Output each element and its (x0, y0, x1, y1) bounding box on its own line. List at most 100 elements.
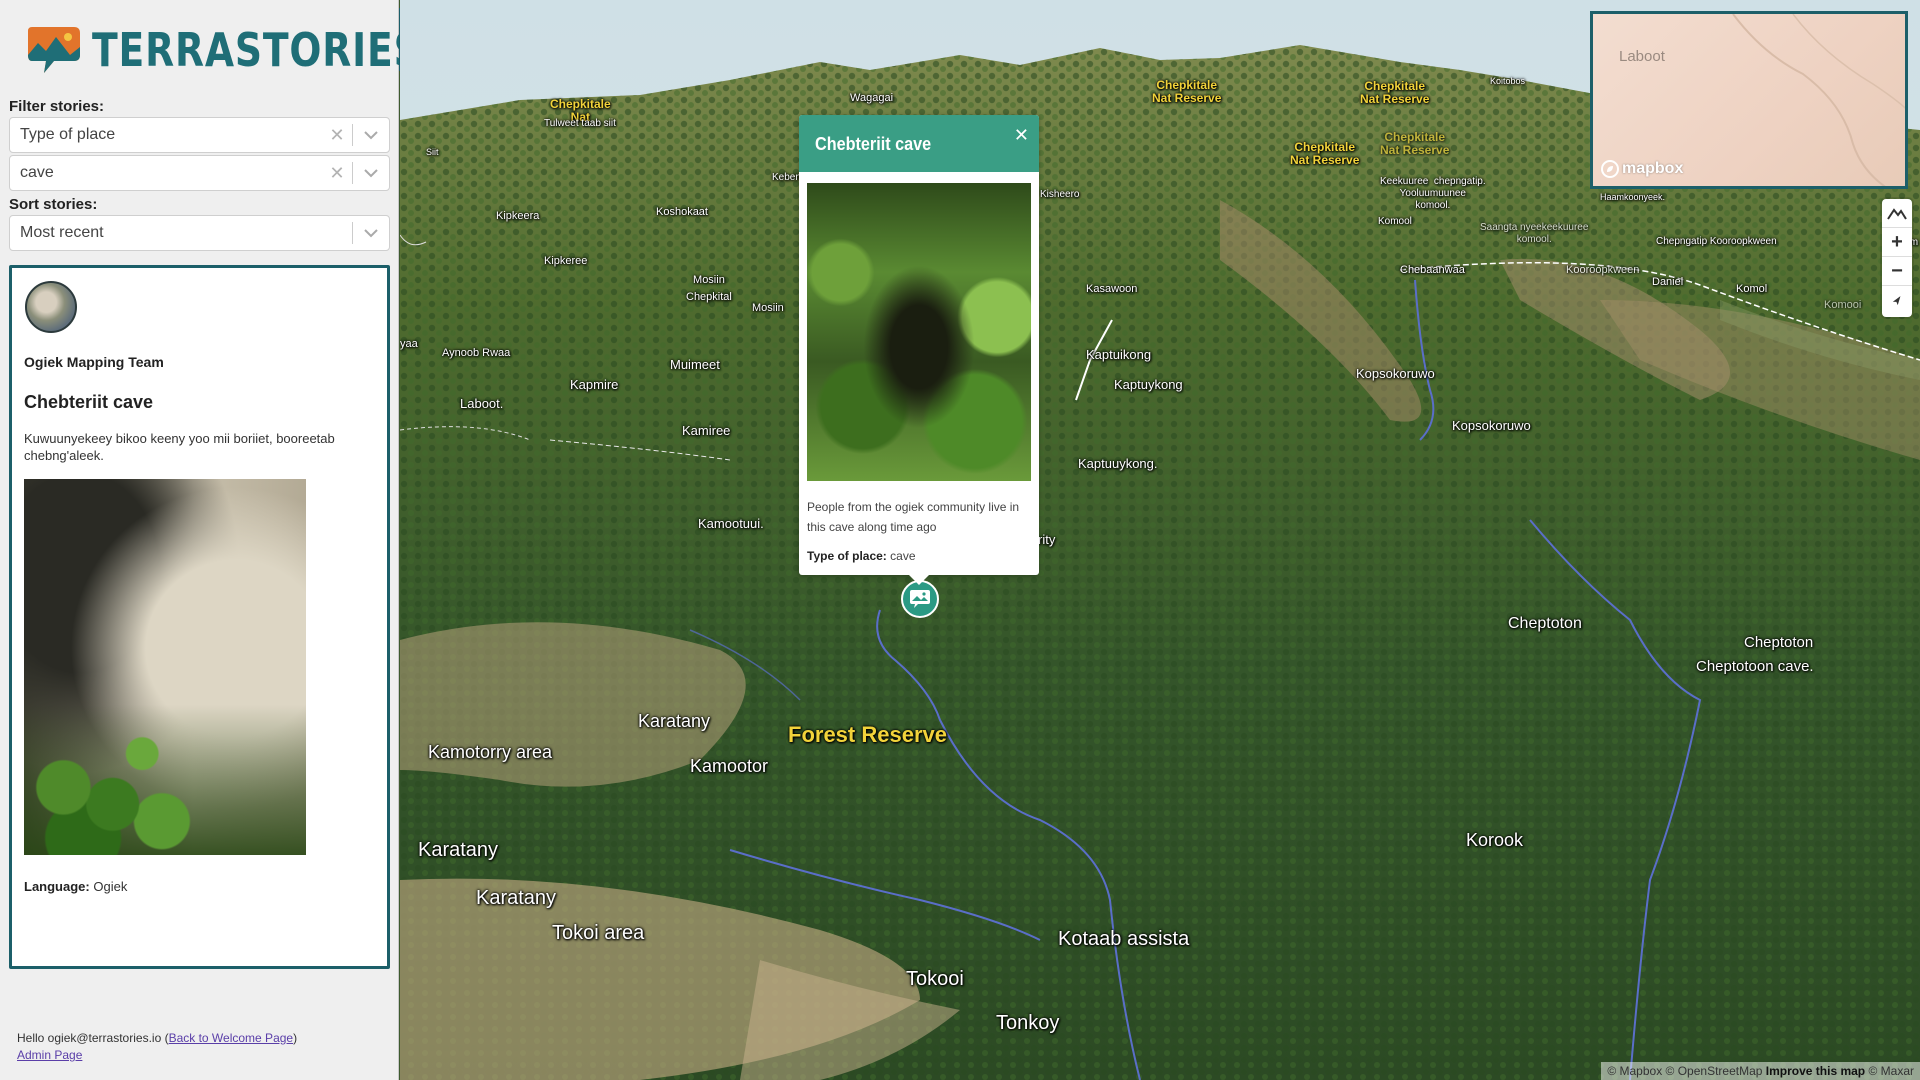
sidebar-footer: Hello ogiek@terrastories.io (Back to Wel… (17, 1030, 297, 1064)
map-label[interactable]: Cheptoton (1508, 615, 1582, 633)
chevron-down-icon[interactable] (353, 228, 389, 238)
admin-page-link[interactable]: Admin Page (17, 1048, 82, 1062)
map-label[interactable]: Siit (426, 147, 439, 157)
map-label[interactable]: Chepkitale Nat Reserve (1360, 80, 1429, 106)
sort-select[interactable]: Most recent (9, 215, 390, 251)
attribution-mapbox[interactable]: © Mapbox (1607, 1064, 1662, 1078)
map-label[interactable]: Kapmire (570, 377, 618, 392)
zoom-in-button[interactable]: + (1882, 228, 1912, 257)
zoom-out-button[interactable]: − (1882, 257, 1912, 286)
map-label[interactable]: Kaptuuykong. (1078, 456, 1158, 471)
avatar (25, 281, 77, 333)
map-label[interactable]: Mosiin Chepkital (686, 272, 732, 306)
map-label[interactable]: Keben (772, 172, 801, 183)
filter-value-value: cave (20, 164, 54, 181)
map-navigation-control: + − (1882, 199, 1912, 317)
map-label[interactable]: Forest Reserve (788, 722, 947, 748)
map-label[interactable]: Kamotorry area (428, 742, 552, 763)
map-label[interactable]: Kamootuui. (698, 516, 764, 531)
sort-value: Most recent (20, 224, 104, 241)
map-label[interactable]: Chepkitale Nat Reserve (1380, 131, 1449, 157)
terrain-toggle-button[interactable] (1882, 199, 1912, 228)
map-label[interactable]: Koshokaat (656, 206, 708, 218)
map-label[interactable]: Kipkeree (544, 255, 587, 267)
close-icon[interactable]: ✕ (1014, 125, 1029, 146)
story-author: Ogiek Mapping Team (24, 354, 164, 370)
mapbox-logo[interactable]: mapbox (1601, 160, 1683, 178)
popup-type-value: cave (890, 549, 916, 563)
attribution-maxar[interactable]: © Maxar (1868, 1064, 1914, 1078)
map-label[interactable]: Cheptotoon cave. (1696, 658, 1814, 675)
clear-filter-value-icon[interactable]: ✕ (322, 163, 352, 184)
map-label[interactable]: Komool (1378, 216, 1412, 227)
map-label[interactable]: Kotaab assista (1058, 928, 1189, 951)
map-label[interactable]: Korook (1466, 830, 1523, 851)
attribution-osm[interactable]: © OpenStreetMap (1666, 1064, 1763, 1078)
map-label[interactable]: Komooi (1824, 299, 1861, 311)
map-label[interactable]: Koitobos (1490, 76, 1525, 86)
minimap-place-label: Laboot (1619, 48, 1665, 65)
filter-type-value: Type of place (20, 126, 116, 143)
map-label[interactable]: Chepngatip Kooroopkween (1656, 236, 1777, 247)
map-label[interactable]: Muimeet (670, 357, 720, 372)
filter-type-select[interactable]: Type of place ✕ (9, 117, 390, 153)
map-label[interactable]: Mosiin (752, 302, 784, 314)
map-label[interactable]: Karatany (476, 887, 556, 910)
mountain-icon (1887, 208, 1907, 220)
back-to-welcome-link[interactable]: Back to Welcome Page (169, 1031, 294, 1045)
map-label[interactable]: Tokoi area (552, 922, 644, 945)
map-label[interactable]: yaa (400, 338, 418, 350)
map-label[interactable]: Kopsokoruwo (1452, 418, 1531, 433)
map-label[interactable]: rity (1038, 532, 1055, 547)
map-label[interactable]: Kasawoon (1086, 283, 1137, 295)
compass-icon (1892, 295, 1901, 305)
map-label[interactable]: Komol (1736, 283, 1767, 295)
map-label[interactable]: Daniel (1652, 276, 1683, 288)
map-label[interactable]: Kamiree (682, 423, 730, 438)
map-label[interactable]: Aynoob Rwaa (442, 347, 510, 359)
map-label[interactable]: Chepkitale Nat Reserve (1290, 141, 1359, 167)
logo-mark-icon (28, 27, 80, 73)
improve-map-link[interactable]: Improve this map (1766, 1064, 1865, 1078)
chevron-down-icon[interactable] (353, 130, 389, 140)
story-language: Language: Ogiek (24, 879, 127, 894)
story-photo (24, 479, 306, 855)
filter-value-select[interactable]: cave ✕ (9, 155, 390, 191)
map-label[interactable]: Haamkoonyeek. (1600, 192, 1665, 202)
map-label[interactable]: Tonkoy (996, 1012, 1059, 1035)
greeting-end: ) (293, 1031, 298, 1045)
map-label[interactable]: Chebaanwaa (1400, 264, 1465, 276)
map-label[interactable]: Tokooi (906, 968, 964, 991)
clear-filter-type-icon[interactable]: ✕ (322, 125, 352, 146)
map-canvas[interactable]: Chepkitale Nat Wagagai Chepkitale Nat Re… (400, 0, 1920, 1080)
map-label[interactable]: Kooroopkween (1566, 264, 1639, 276)
language-value: Ogiek (93, 879, 128, 894)
sort-stories-label: Sort stories: (9, 196, 98, 213)
map-label[interactable]: Karatany (418, 839, 498, 862)
map-label[interactable]: Kaptuykong (1114, 377, 1183, 392)
minimap[interactable]: Laboot mapbox (1590, 11, 1908, 189)
map-label[interactable]: Kaptuikong (1086, 347, 1151, 362)
map-label[interactable]: Kipkeera (496, 210, 539, 222)
map-label[interactable]: Karatany (638, 711, 710, 732)
map-label[interactable]: Cheptoton (1744, 634, 1813, 651)
story-description: Kuwuunyekeey bikoo keeny yoo mii boriiet… (24, 431, 335, 463)
story-popup: Chebteriit cave ✕ People from the ogiek … (799, 115, 1039, 585)
popup-type: Type of place: cave (807, 549, 916, 563)
compass-button[interactable] (1882, 286, 1912, 315)
map-label[interactable]: Saangta nyeekeekuuree komool. (1480, 222, 1588, 246)
map-label[interactable]: Kisheero (1040, 189, 1079, 200)
language-label: Language: (24, 879, 90, 894)
map-label[interactable]: Chepkitale Nat Reserve (1152, 79, 1221, 105)
map-label[interactable]: Kopsokoruwo (1356, 366, 1435, 381)
popup-tip (909, 575, 929, 585)
sidebar: TERRASTORIES Filter stories: Type of pla… (0, 0, 421, 1080)
map-label[interactable]: Laboot. (460, 396, 503, 411)
map-label[interactable]: Tulweet taab siit (544, 118, 616, 129)
map-label[interactable]: Kamootor (690, 756, 768, 777)
story-card[interactable]: Ogiek Mapping Team Chebteriit cave Kuwuu… (9, 265, 390, 969)
map-label[interactable]: Wagagai (850, 92, 893, 104)
map-label[interactable]: Keekuuree chepngatip. Yooluumuunee komoo… (1380, 176, 1486, 212)
story-marker[interactable] (901, 580, 939, 618)
chevron-down-icon[interactable] (353, 168, 389, 178)
